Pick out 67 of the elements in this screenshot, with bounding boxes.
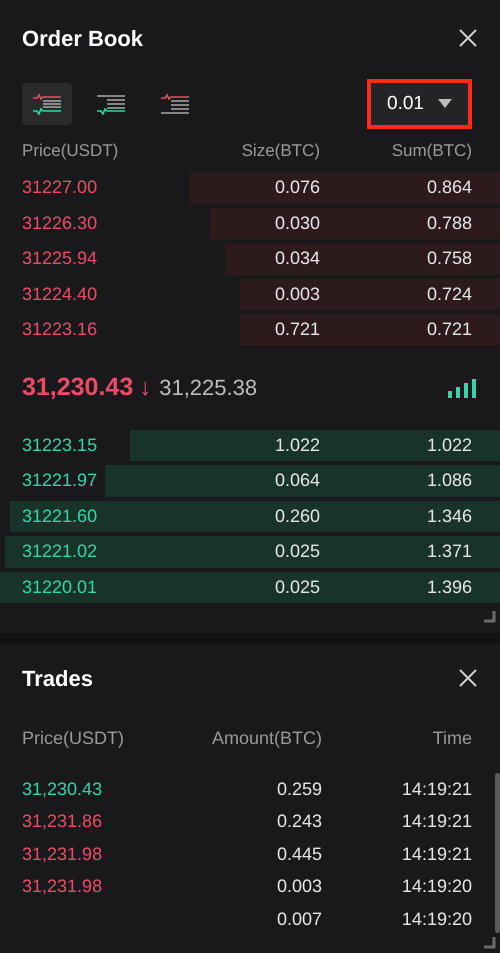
column-header: Amount(BTC) xyxy=(210,726,322,750)
close-icon[interactable] xyxy=(458,668,478,688)
column-header: Sum(BTC) xyxy=(390,140,473,162)
panel-title: Order Book xyxy=(22,24,144,52)
column-header: Price(USDT) xyxy=(21,140,120,162)
sum-text: 0.721 xyxy=(426,318,472,342)
amount-text: 0.445 xyxy=(276,842,322,866)
close-icon[interactable] xyxy=(458,28,478,48)
sum-text: 0.724 xyxy=(426,282,472,306)
size-text: 0.030 xyxy=(274,212,320,235)
time-text: 14:19:21 xyxy=(400,778,473,801)
size-text: 0.064 xyxy=(274,469,320,492)
size-text: 0.721 xyxy=(274,318,320,342)
resize-handle-icon[interactable] xyxy=(484,937,496,949)
order-book-asks-icon xyxy=(160,93,190,115)
amount-text: 0.259 xyxy=(276,778,322,801)
size-text: 0.076 xyxy=(274,176,320,200)
precision-dropdown[interactable]: 0.01 xyxy=(367,79,472,129)
price-text: 31221.97 xyxy=(22,469,98,492)
order-book-bids-icon xyxy=(96,93,126,115)
price-text: 31221.60 xyxy=(22,504,98,528)
trade-price-text: 31,231.98 xyxy=(22,844,102,864)
size-text: 0.025 xyxy=(274,540,320,564)
time-text: 14:19:21 xyxy=(400,810,473,834)
order-book-both-icon xyxy=(32,93,62,115)
size-text: 0.034 xyxy=(274,247,320,270)
arrow-text: ↓ xyxy=(139,372,152,402)
time-text: 14:19:21 xyxy=(400,842,473,866)
amount-text: 0.243 xyxy=(276,810,322,834)
caret-icon xyxy=(438,99,452,109)
amount-text: 0.007 xyxy=(276,908,322,931)
sum-text: 0.788 xyxy=(426,212,472,235)
trade-price-text: 31,231.86 xyxy=(22,811,102,832)
sum-text: 0.864 xyxy=(426,176,472,200)
amount-text: 0.003 xyxy=(276,875,322,898)
price-text: 31221.02 xyxy=(22,540,98,564)
size-text: 0.260 xyxy=(274,504,320,528)
last-price-text: 31,230.43 xyxy=(22,372,134,403)
column-header: Time xyxy=(432,726,473,750)
size-text: 1.022 xyxy=(274,434,320,457)
column-header: Price(USDT) xyxy=(21,726,125,750)
time-text: 14:19:20 xyxy=(400,908,473,931)
sum-text: 1.086 xyxy=(426,469,472,492)
time-text: 14:19:20 xyxy=(400,875,473,898)
size-text: 0.003 xyxy=(274,282,320,306)
price-text: 31220.01 xyxy=(22,576,98,599)
price-text: 31226.30 xyxy=(22,212,98,235)
signal-bars-icon xyxy=(448,378,476,398)
column-header: Size(BTC) xyxy=(240,140,320,162)
price-text: 31224.40 xyxy=(22,282,98,306)
price-text: 31227.00 xyxy=(22,176,98,200)
trade-price-text: 31,231.98 xyxy=(22,876,102,896)
size-text: 0.025 xyxy=(274,576,320,599)
price-text: 31223.16 xyxy=(22,318,98,342)
trade-price-text: 31,230.43 xyxy=(22,778,102,799)
sum-text: 0.758 xyxy=(426,247,472,270)
price-text: 31225.94 xyxy=(22,247,98,270)
sum-text: 1.346 xyxy=(426,504,472,528)
sum-text: 1.371 xyxy=(426,540,472,564)
sum-text: 1.396 xyxy=(426,576,472,599)
panel-title: Trades xyxy=(22,664,93,692)
scrollbar[interactable] xyxy=(495,773,500,933)
mark-price-text: 31,225.38 xyxy=(159,374,258,402)
sum-text: 1.022 xyxy=(426,434,472,457)
view-mode-button[interactable] xyxy=(22,83,72,125)
price-text: 31223.15 xyxy=(22,434,98,457)
resize-handle-icon[interactable] xyxy=(484,611,496,623)
